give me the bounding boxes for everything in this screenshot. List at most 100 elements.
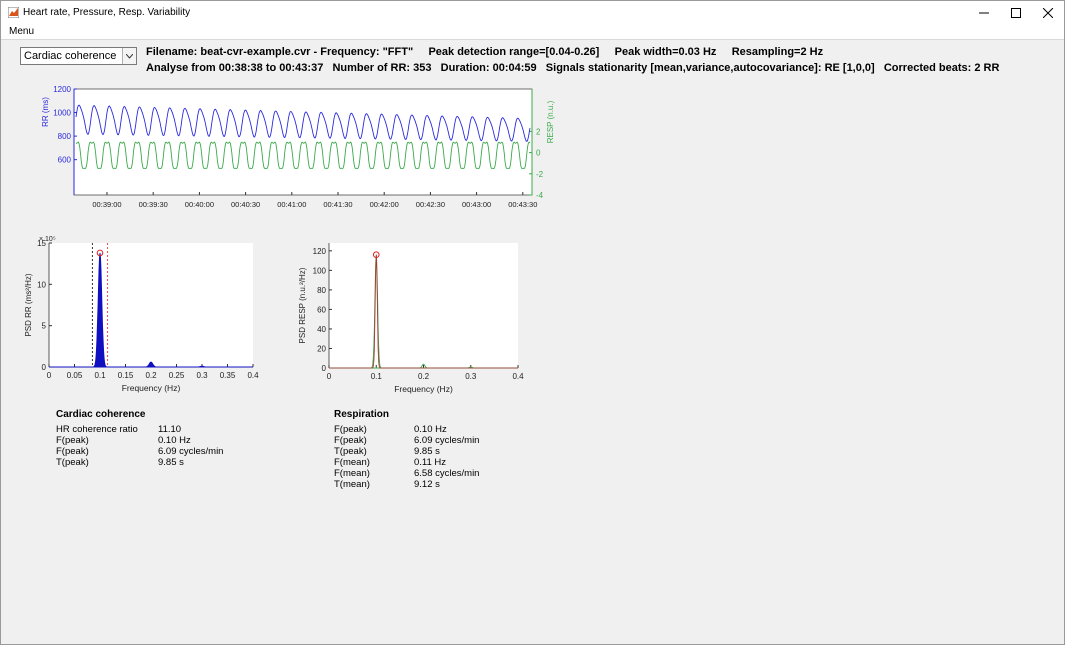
row-value: 0.10 Hz: [158, 435, 191, 446]
respiration-table: F(peak) 0.10 Hz F(peak) 6.09 cycles/min T(pe…: [334, 424, 554, 490]
row-value: 6.09 cycles/min: [158, 446, 224, 457]
x-tick-label: 00:39:00: [92, 200, 121, 209]
analysis-info-line: Analyse from 00:38:38 to 00:43:37 Number…: [146, 62, 1000, 74]
row-value: 9.85 s: [158, 457, 184, 468]
rr-tick-label: 800: [58, 132, 72, 141]
y-tick-label: 5: [42, 322, 47, 331]
respiration-title: Respiration: [334, 409, 390, 420]
analysis-type-value: Cardiac coherence: [24, 50, 117, 62]
table-row: T(peak) 9.85 s: [56, 457, 276, 468]
table-row: F(peak) 0.10 Hz: [56, 435, 276, 446]
y-axis-label: PSD RR (ms²/Hz): [24, 273, 33, 336]
chevron-down-icon[interactable]: [122, 48, 136, 64]
minimize-icon[interactable]: [968, 1, 1000, 24]
x-axis-label: Frequency (Hz): [122, 383, 181, 393]
rr-axis-label: RR (ms): [41, 97, 50, 127]
x-tick-label: 0.1: [371, 372, 383, 381]
y-tick-label: 60: [317, 305, 326, 314]
x-tick-label: 00:43:30: [508, 200, 537, 209]
rr-resp-time-series-chart: 600 800 1000 1200RR (ms) -4 -2 0 2 RESP (n.u.) 00…: [41, 85, 555, 209]
row-label: T(peak): [56, 457, 89, 468]
resp-tick-label: -4: [536, 191, 544, 200]
row-label: T(mean): [334, 479, 370, 490]
window-title: Heart rate, Pressure, Resp. Variability: [23, 7, 191, 18]
x-tick-label: 0.15: [118, 371, 134, 380]
y-tick-label: 80: [317, 286, 326, 295]
row-label: F(peak): [56, 446, 89, 457]
psd-rr-chart: 0 0.05 0.1 0.15 0.2 0.25 0.3 0.35 0.4051015× 10⁵…: [24, 236, 259, 393]
x-tick-label: 0.25: [169, 371, 185, 380]
row-label: F(peak): [334, 424, 367, 435]
resp-tick-label: 0: [536, 149, 541, 158]
resp-tick-label: -2: [536, 170, 544, 179]
close-icon[interactable]: [1032, 1, 1064, 24]
x-tick-label: 0.35: [220, 371, 236, 380]
plot-area: [49, 243, 253, 367]
y-exponent-label: × 10⁵: [39, 236, 56, 243]
plot-area: [329, 243, 518, 368]
x-tick-label: 00:39:30: [139, 200, 168, 209]
x-axis-label: Frequency (Hz): [394, 384, 453, 394]
y-tick-label: 100: [313, 266, 327, 275]
y-tick-label: 10: [37, 280, 46, 289]
resp-axis-label: RESP (n.u.): [546, 100, 555, 143]
x-tick-label: 00:41:00: [277, 200, 306, 209]
row-value: 9.12 s: [414, 479, 440, 490]
x-tick-label: 0: [327, 372, 332, 381]
x-tick-label: 0.05: [67, 371, 83, 380]
table-row: F(mean) 6.58 cycles/min: [334, 468, 554, 479]
row-label: F(peak): [56, 435, 89, 446]
row-label: T(peak): [334, 446, 367, 457]
table-row: F(peak) 6.09 cycles/min: [334, 435, 554, 446]
rr-tick-label: 1200: [53, 85, 71, 94]
menu-item-menu[interactable]: Menu: [9, 26, 34, 37]
cardiac-coherence-table: HR coherence ratio 11.10 F(peak) 0.10 Hz F(p…: [56, 424, 276, 468]
x-tick-label: 00:42:00: [370, 200, 399, 209]
y-tick-label: 40: [317, 325, 326, 334]
cardiac-coherence-title: Cardiac coherence: [56, 409, 146, 420]
x-tick-label: 00:41:30: [323, 200, 352, 209]
row-value: 0.11 Hz: [414, 457, 447, 468]
file-info-line: Filename: beat-cvr-example.cvr - Frequen…: [146, 46, 824, 58]
row-label: F(peak): [334, 435, 367, 446]
y-axis-label: PSD RESP (n.u.²/Hz): [298, 267, 307, 343]
row-value: 6.58 cycles/min: [414, 468, 480, 479]
title-bar: Heart rate, Pressure, Resp. Variability: [1, 1, 1064, 24]
x-tick-label: 00:40:00: [185, 200, 214, 209]
row-label: F(mean): [334, 468, 370, 479]
app-window: Heart rate, Pressure, Resp. Variability …: [0, 0, 1065, 645]
plot-area: [73, 88, 533, 196]
row-value: 6.09 cycles/min: [414, 435, 480, 446]
table-row: F(peak) 6.09 cycles/min: [56, 446, 276, 457]
row-value: 11.10: [158, 424, 182, 435]
x-tick-label: 0.2: [145, 371, 157, 380]
x-tick-label: 00:43:00: [462, 200, 491, 209]
table-row: T(mean) 9.12 s: [334, 479, 554, 490]
rr-tick-label: 1000: [53, 109, 71, 118]
x-tick-label: 0: [47, 371, 52, 380]
table-row: HR coherence ratio 11.10: [56, 424, 276, 435]
rr-tick-label: 600: [58, 156, 72, 165]
x-tick-label: 0.2: [418, 372, 430, 381]
x-tick-label: 0.3: [465, 372, 477, 381]
x-tick-label: 0.1: [94, 371, 106, 380]
row-value: 9.85 s: [414, 446, 440, 457]
y-tick-label: 120: [313, 247, 327, 256]
x-tick-label: 0.3: [196, 371, 208, 380]
table-row: F(peak) 0.10 Hz: [334, 424, 554, 435]
y-tick-label: 0: [322, 364, 327, 373]
row-label: F(mean): [334, 457, 370, 468]
x-tick-label: 00:42:30: [416, 200, 445, 209]
y-tick-label: 20: [317, 344, 326, 353]
y-tick-label: 0: [42, 363, 47, 372]
matlab-app-icon: [8, 7, 19, 18]
psd-resp-chart: 0 0.1 0.2 0.3 0.4 0 20 40 60 80 100 120 Frequency (H…: [298, 243, 524, 394]
analysis-type-select[interactable]: Cardiac coherence: [20, 47, 137, 65]
table-row: F(mean) 0.11 Hz: [334, 457, 554, 468]
table-row: T(peak) 9.85 s: [334, 446, 554, 457]
x-tick-label: 00:40:30: [231, 200, 260, 209]
maximize-icon[interactable]: [1000, 1, 1032, 24]
x-tick-label: 0.4: [512, 372, 524, 381]
resp-tick-label: 2: [536, 127, 541, 136]
menu-bar: Menu: [1, 24, 1064, 40]
